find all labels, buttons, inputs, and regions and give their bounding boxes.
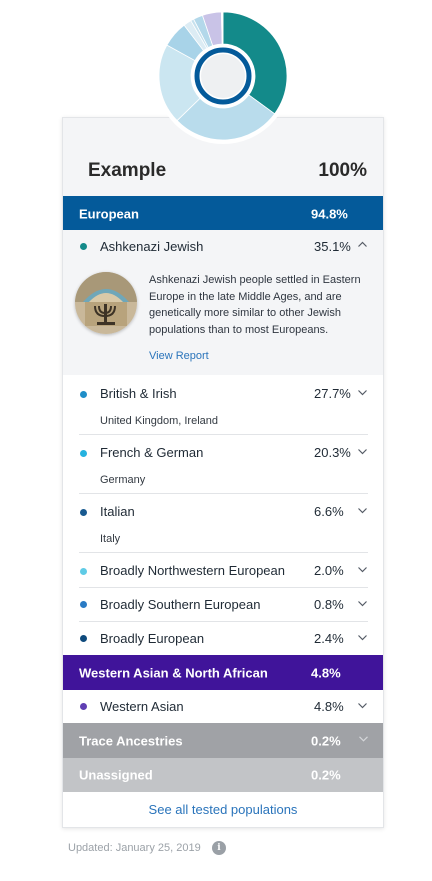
ancestry-subregions: United Kingdom, Ireland <box>100 415 219 427</box>
chevron-down-icon <box>357 446 368 460</box>
ancestry-percent: 2.4% <box>314 631 344 646</box>
region-band-trace-ancestries[interactable]: Trace Ancestries 0.2% <box>63 723 383 758</box>
ancestry-composition-card: Example 100% European 94.8% Ashkenazi Je… <box>62 117 384 828</box>
ancestry-row-broadly-southern-european[interactable]: Broadly Southern European 0.8% <box>63 588 383 621</box>
view-report-link[interactable]: View Report <box>149 350 209 362</box>
ancestry-name: British & Irish <box>100 386 177 401</box>
color-dot <box>80 601 87 608</box>
ancestry-percent: 6.6% <box>314 504 344 519</box>
ancestry-name: Italian <box>100 504 135 519</box>
ancestry-percent: 27.7% <box>314 386 351 401</box>
chevron-down-icon <box>357 564 368 578</box>
chevron-up-icon <box>357 239 368 253</box>
card-total-percent: 100% <box>318 160 367 181</box>
ancestry-row-ashkenazi-jewish[interactable]: Ashkenazi Jewish 35.1% <box>63 230 383 262</box>
ancestry-row-british-irish[interactable]: British & Irish 27.7% United Kingdom, Ir… <box>63 376 383 434</box>
ancestry-name: Ashkenazi Jewish <box>100 239 204 254</box>
chevron-down-icon <box>357 632 368 646</box>
ancestry-row-broadly-northwestern-european[interactable]: Broadly Northwestern European 2.0% <box>63 553 383 587</box>
donut-slice-unassigned <box>221 11 224 45</box>
chevron-down-icon <box>357 387 368 401</box>
color-dot <box>80 568 87 575</box>
region-label: Western Asian & North African <box>79 665 268 680</box>
region-label: European <box>79 206 139 221</box>
region-band-western-asian-north-african[interactable]: Western Asian & North African 4.8% <box>63 655 383 690</box>
card-title: Example <box>88 160 167 181</box>
donut-svg <box>155 8 291 144</box>
color-dot <box>80 703 87 710</box>
ancestry-percent: 20.3% <box>314 445 351 460</box>
region-label: Trace Ancestries <box>79 733 183 748</box>
donut-center <box>201 54 245 98</box>
ancestry-name: Broadly Southern European <box>100 597 261 612</box>
ancestry-name: Broadly European <box>100 631 205 646</box>
chevron-down-icon <box>357 700 368 714</box>
ancestry-row-italian[interactable]: Italian 6.6% Italy <box>63 494 383 552</box>
color-dot <box>80 243 87 250</box>
region-percent: 0.2% <box>311 767 341 783</box>
ancestry-subregions: Italy <box>100 533 121 545</box>
ancestry-name: French & German <box>100 445 204 460</box>
chevron-down-icon <box>357 598 368 612</box>
region-percent: 94.8% <box>311 206 348 221</box>
see-all-populations-link[interactable]: See all tested populations <box>63 792 383 828</box>
region-band-european[interactable]: European 94.8% <box>63 196 383 231</box>
updated-date: Updated: January 25, 2019 <box>68 842 201 854</box>
ancestry-percent: 4.8% <box>314 699 344 714</box>
ancestry-row-french-german[interactable]: French & German 20.3% Germany <box>63 435 383 493</box>
ancestry-name: Western Asian <box>100 699 184 714</box>
color-dot <box>80 391 87 398</box>
color-dot <box>80 450 87 457</box>
chevron-down-icon <box>358 733 369 747</box>
region-label: Unassigned <box>79 767 153 783</box>
region-percent: 4.8% <box>311 665 341 680</box>
region-band-unassigned: Unassigned 0.2% <box>63 758 383 792</box>
ancestry-row-broadly-european[interactable]: Broadly European 2.4% <box>63 622 383 655</box>
chevron-down-icon <box>357 505 368 519</box>
color-dot <box>80 635 87 642</box>
ancestry-donut-chart <box>155 8 291 144</box>
ancestry-percent: 35.1% <box>314 239 351 254</box>
color-dot <box>80 509 87 516</box>
ancestry-percent: 0.8% <box>314 597 344 612</box>
info-icon[interactable]: i <box>212 841 226 855</box>
ancestry-name: Broadly Northwestern European <box>100 563 285 578</box>
ancestry-percent: 2.0% <box>314 563 344 578</box>
ancestry-description: Ashkenazi Jewish people settled in Easte… <box>149 274 361 336</box>
ancestry-row-western-asian[interactable]: Western Asian 4.8% <box>63 690 383 723</box>
ancestry-subregions: Germany <box>100 474 146 486</box>
ashkenazi-photo <box>75 272 137 334</box>
region-percent: 0.2% <box>311 733 341 748</box>
